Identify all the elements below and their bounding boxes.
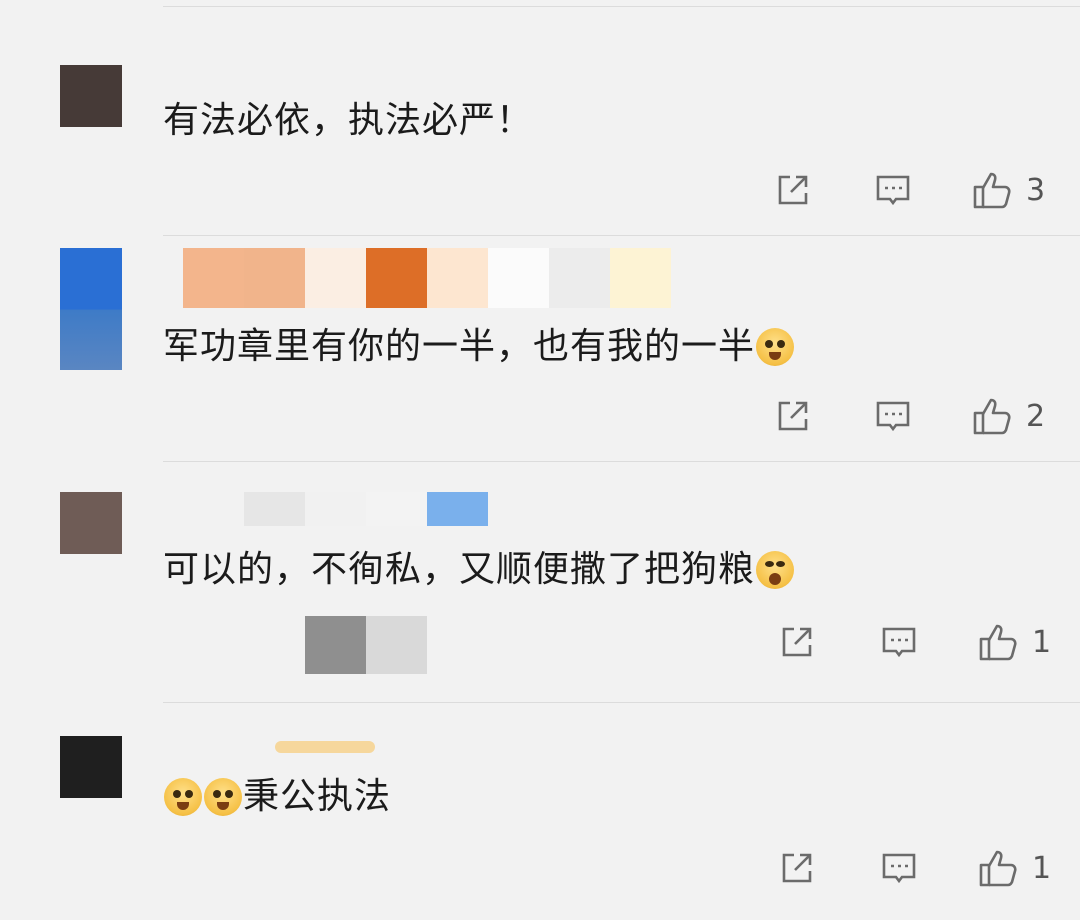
comment-actions: 2 [0, 396, 1080, 436]
like-button[interactable]: 2 [972, 396, 1045, 436]
share-button[interactable] [778, 622, 816, 662]
comment-text: 有法必依，执法必严！ [163, 99, 533, 143]
comment-icon [876, 175, 910, 206]
comment-actions: 1 [0, 848, 1080, 888]
like-count: 1 [1032, 624, 1052, 660]
thumbs-up-icon [979, 850, 1017, 887]
share-button[interactable] [774, 170, 812, 210]
share-icon [782, 853, 812, 883]
share-icon [782, 627, 812, 657]
like-button[interactable]: 1 [978, 848, 1051, 888]
comment-actions: 1 [0, 622, 1080, 662]
like-count: 2 [1026, 398, 1046, 434]
username-blurred [275, 741, 375, 753]
shocked-emoji-icon [756, 551, 795, 589]
doge-emoji-icon [204, 778, 242, 816]
comment-text: 秉公执法 [163, 775, 391, 819]
reply-button[interactable] [880, 848, 918, 888]
avatar[interactable] [60, 492, 122, 554]
comment-text-content: 有法必依，执法必严！ [163, 100, 534, 141]
like-count: 1 [1032, 850, 1052, 886]
like-button[interactable]: 3 [972, 170, 1045, 210]
comment-text-content: 秉公执法 [243, 776, 392, 817]
reply-button[interactable] [874, 170, 912, 210]
share-icon [778, 175, 808, 205]
comment-icon [882, 853, 916, 884]
avatar[interactable] [60, 65, 122, 127]
doge-emoji-icon [164, 778, 202, 816]
thumbs-up-icon [973, 172, 1011, 209]
reply-button[interactable] [880, 622, 918, 662]
comment-item: 有法必依，执法必严！ 3 [0, 0, 1080, 235]
comment-text: 可以的，不徇私，又顺便撒了把狗粮 [163, 548, 795, 592]
username-blurred [244, 492, 488, 526]
comment-item: 军功章里有你的一半，也有我的一半 2 [0, 236, 1080, 461]
comment-item: 秉公执法 1 [0, 703, 1080, 920]
share-button[interactable] [778, 848, 816, 888]
comment-text-content: 可以的，不徇私，又顺便撒了把狗粮 [163, 549, 756, 590]
reply-button[interactable] [874, 396, 912, 436]
comment-icon [876, 401, 910, 432]
share-icon [778, 401, 808, 431]
comment-text-content: 军功章里有你的一半，也有我的一半 [163, 326, 756, 367]
username-blurred [183, 248, 671, 308]
thumbs-up-icon [973, 398, 1011, 435]
comment-actions: 3 [0, 170, 1080, 210]
avatar[interactable] [60, 248, 122, 370]
comment-item: 可以的，不徇私，又顺便撒了把狗粮 1 [0, 462, 1080, 702]
like-count: 3 [1026, 172, 1046, 208]
thumbs-up-icon [979, 624, 1017, 661]
comment-text: 军功章里有你的一半，也有我的一半 [163, 325, 795, 369]
avatar[interactable] [60, 736, 122, 798]
comment-icon [882, 627, 916, 658]
share-button[interactable] [774, 396, 812, 436]
like-button[interactable]: 1 [978, 622, 1051, 662]
doge-emoji-icon [756, 328, 795, 366]
